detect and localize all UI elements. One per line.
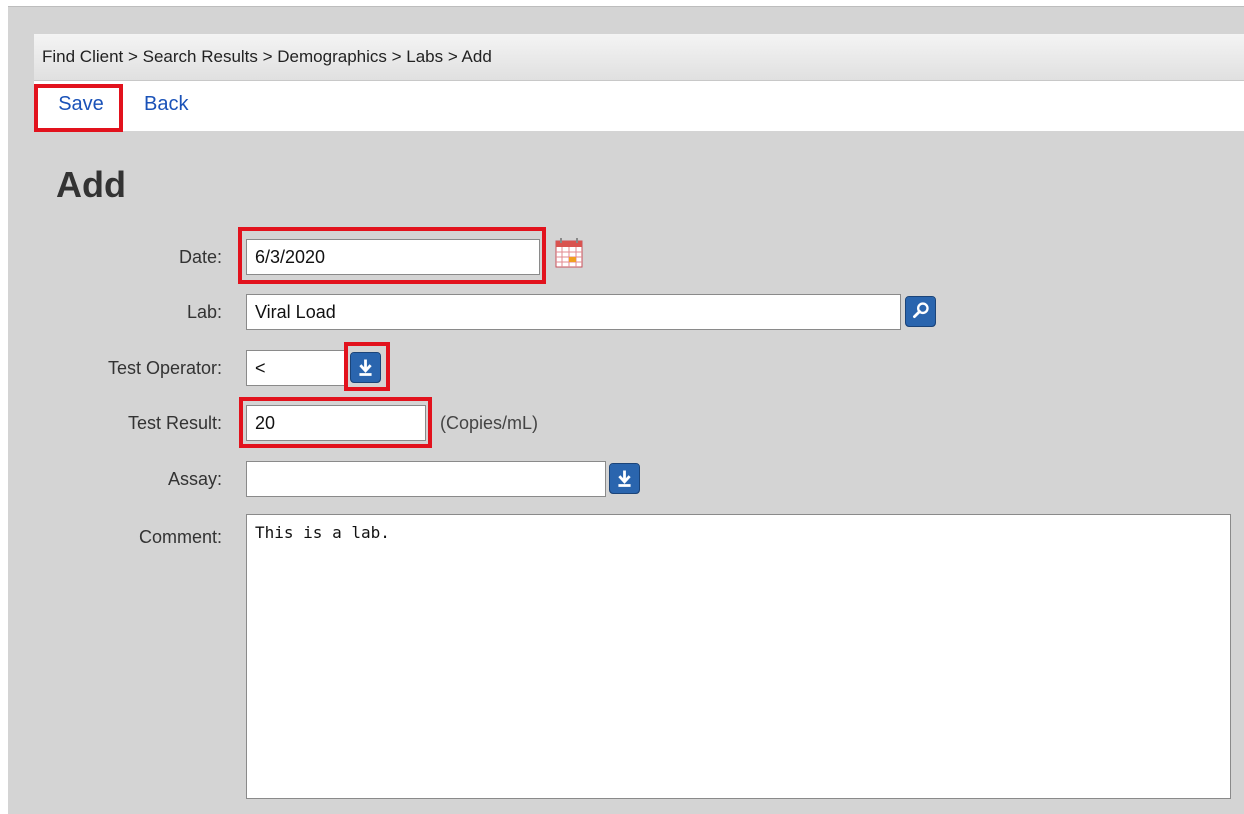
test-result-input[interactable]: 20 (246, 405, 426, 441)
test-result-label: Test Result: (127, 413, 222, 433)
assay-label: Assay: (167, 469, 222, 489)
action-bar: Save Back (34, 81, 1244, 131)
app-frame: Find Client > Search Results > Demograph… (8, 6, 1244, 814)
download-icon[interactable] (609, 463, 640, 494)
test-operator-select[interactable]: < (246, 350, 346, 386)
comment-textarea[interactable]: This is a lab. (246, 514, 1231, 799)
test-operator-label: Test Operator: (107, 358, 222, 378)
calendar-icon[interactable] (555, 238, 583, 268)
date-input[interactable]: 6/3/2020 (246, 239, 540, 275)
test-result-unit: (Copies/mL) (440, 413, 539, 433)
comment-label: Comment: (138, 527, 222, 547)
top-divider (8, 6, 1244, 7)
assay-select[interactable] (246, 461, 606, 497)
search-icon[interactable] (905, 296, 936, 327)
lab-label: Lab: (186, 302, 222, 322)
download-icon[interactable] (350, 352, 381, 383)
back-button[interactable]: Back (144, 81, 188, 127)
save-button[interactable]: Save (36, 81, 126, 127)
date-label: Date: (178, 247, 222, 267)
breadcrumb: Find Client > Search Results > Demograph… (34, 34, 1244, 81)
breadcrumb-text: Find Client > Search Results > Demograph… (42, 47, 492, 66)
lab-input[interactable]: Viral Load (246, 294, 901, 330)
page-title: Add (56, 164, 126, 205)
